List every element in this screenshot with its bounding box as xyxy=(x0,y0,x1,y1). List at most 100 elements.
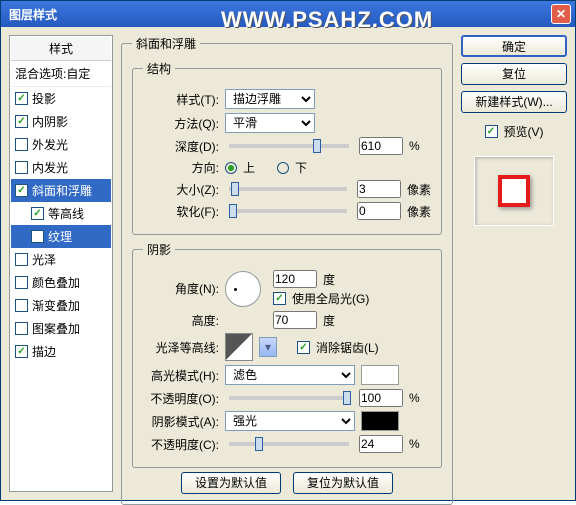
ok-button[interactable]: 确定 xyxy=(461,35,567,57)
style-checkbox[interactable] xyxy=(15,161,28,174)
style-item-7[interactable]: 光泽 xyxy=(11,248,111,271)
structure-legend: 结构 xyxy=(143,60,175,77)
window-title: 图层样式 xyxy=(5,6,57,23)
style-item-2[interactable]: 外发光 xyxy=(11,133,111,156)
antialias-label: 消除锯齿(L) xyxy=(316,339,379,356)
gloss-contour-label: 光泽等高线: xyxy=(143,339,219,356)
technique-select[interactable]: 平滑 xyxy=(225,113,315,133)
dialog-body: 样式 混合选项:自定 投影内阴影外发光内发光斜面和浮雕等高线纹理光泽颜色叠加渐变… xyxy=(1,27,575,500)
shadow-mode-label: 阴影模式(A): xyxy=(143,413,219,430)
style-item-5[interactable]: 等高线 xyxy=(11,202,111,225)
style-checkbox[interactable] xyxy=(15,115,28,128)
style-item-1[interactable]: 内阴影 xyxy=(11,110,111,133)
antialias-checkbox[interactable] xyxy=(297,341,310,354)
depth-unit: % xyxy=(409,139,420,153)
altitude-label: 高度: xyxy=(143,312,219,329)
preview-label: 预览(V) xyxy=(504,123,544,140)
style-item-label: 图案叠加 xyxy=(32,320,80,337)
style-checkbox[interactable] xyxy=(31,207,44,220)
depth-label: 深度(D): xyxy=(143,138,219,155)
gloss-contour-swatch[interactable] xyxy=(225,333,253,361)
global-light-checkbox[interactable] xyxy=(273,292,286,305)
cancel-button[interactable]: 复位 xyxy=(461,63,567,85)
soften-slider[interactable] xyxy=(229,209,347,213)
structure-group: 结构 样式(T): 描边浮雕 方法(Q): 平滑 深度(D): % xyxy=(132,60,442,235)
angle-input[interactable] xyxy=(273,270,317,288)
style-checkbox[interactable] xyxy=(31,230,44,243)
size-unit: 像素 xyxy=(407,181,431,198)
shading-legend: 阴影 xyxy=(143,241,175,258)
style-item-6[interactable]: 纹理 xyxy=(11,225,111,248)
preview-checkbox[interactable] xyxy=(485,125,498,138)
close-button[interactable]: ✕ xyxy=(551,4,571,24)
style-item-label: 渐变叠加 xyxy=(32,297,80,314)
style-item-11[interactable]: 描边 xyxy=(11,340,111,363)
right-panel: 确定 复位 新建样式(W)... 预览(V) xyxy=(461,35,567,492)
direction-label: 方向: xyxy=(143,159,219,176)
style-item-label: 内阴影 xyxy=(32,113,68,130)
style-item-10[interactable]: 图案叠加 xyxy=(11,317,111,340)
depth-input[interactable] xyxy=(359,137,403,155)
direction-down-radio[interactable] xyxy=(277,162,289,174)
highlight-opacity-slider[interactable] xyxy=(229,396,349,400)
watermark: WWW.PSAHZ.COM xyxy=(221,7,433,33)
angle-label: 角度(N): xyxy=(143,280,219,297)
shadow-color-swatch[interactable] xyxy=(361,411,399,431)
reset-default-button[interactable]: 复位为默认值 xyxy=(293,472,393,494)
style-checkbox[interactable] xyxy=(15,276,28,289)
soften-input[interactable] xyxy=(357,202,401,220)
style-checkbox[interactable] xyxy=(15,253,28,266)
style-item-label: 描边 xyxy=(32,343,56,360)
style-item-label: 光泽 xyxy=(32,251,56,268)
style-item-label: 等高线 xyxy=(48,205,84,222)
style-item-3[interactable]: 内发光 xyxy=(11,156,111,179)
style-item-label: 颜色叠加 xyxy=(32,274,80,291)
highlight-opacity-input[interactable] xyxy=(359,389,403,407)
style-checkbox[interactable] xyxy=(15,322,28,335)
style-item-label: 外发光 xyxy=(32,136,68,153)
shading-group: 阴影 角度(N): 度 使用全局光(G) xyxy=(132,241,442,468)
make-default-button[interactable]: 设置为默认值 xyxy=(181,472,281,494)
center-panel: 斜面和浮雕 结构 样式(T): 描边浮雕 方法(Q): 平滑 深度(D): xyxy=(121,35,453,492)
gloss-contour-dropdown[interactable]: ▾ xyxy=(259,337,277,357)
highlight-opacity-label: 不透明度(O): xyxy=(143,390,219,407)
shadow-mode-select[interactable]: 强光 xyxy=(225,411,355,431)
style-select[interactable]: 描边浮雕 xyxy=(225,89,315,109)
shadow-opacity-input[interactable] xyxy=(359,435,403,453)
size-input[interactable] xyxy=(357,180,401,198)
style-label: 样式(T): xyxy=(143,91,219,108)
style-item-4[interactable]: 斜面和浮雕 xyxy=(11,179,111,202)
altitude-input[interactable] xyxy=(273,311,317,329)
styles-header[interactable]: 样式 xyxy=(11,37,111,61)
style-item-9[interactable]: 渐变叠加 xyxy=(11,294,111,317)
style-item-8[interactable]: 颜色叠加 xyxy=(11,271,111,294)
highlight-mode-select[interactable]: 滤色 xyxy=(225,365,355,385)
global-light-label: 使用全局光(G) xyxy=(292,290,369,307)
style-checkbox[interactable] xyxy=(15,184,28,197)
size-label: 大小(Z): xyxy=(143,181,219,198)
bevel-legend: 斜面和浮雕 xyxy=(132,35,200,52)
depth-slider[interactable] xyxy=(229,144,349,148)
style-item-0[interactable]: 投影 xyxy=(11,87,111,110)
style-item-label: 内发光 xyxy=(32,159,68,176)
shadow-opacity-slider[interactable] xyxy=(229,442,349,446)
technique-label: 方法(Q): xyxy=(143,115,219,132)
style-checkbox[interactable] xyxy=(15,299,28,312)
soften-unit: 像素 xyxy=(407,203,431,220)
bevel-group: 斜面和浮雕 结构 样式(T): 描边浮雕 方法(Q): 平滑 深度(D): xyxy=(121,35,453,505)
new-style-button[interactable]: 新建样式(W)... xyxy=(461,91,567,113)
blend-options[interactable]: 混合选项:自定 xyxy=(11,61,111,87)
layer-style-dialog: 图层样式 ✕ WWW.PSAHZ.COM 样式 混合选项:自定 投影内阴影外发光… xyxy=(0,0,576,501)
style-item-label: 投影 xyxy=(32,90,56,107)
preview-swatch-icon xyxy=(498,175,530,207)
style-checkbox[interactable] xyxy=(15,138,28,151)
highlight-color-swatch[interactable] xyxy=(361,365,399,385)
soften-label: 软化(F): xyxy=(143,203,219,220)
highlight-mode-label: 高光模式(H): xyxy=(143,367,219,384)
direction-up-radio[interactable] xyxy=(225,162,237,174)
style-item-label: 斜面和浮雕 xyxy=(32,182,92,199)
size-slider[interactable] xyxy=(229,187,347,191)
style-checkbox[interactable] xyxy=(15,92,28,105)
style-checkbox[interactable] xyxy=(15,345,28,358)
angle-dial[interactable] xyxy=(225,271,261,307)
